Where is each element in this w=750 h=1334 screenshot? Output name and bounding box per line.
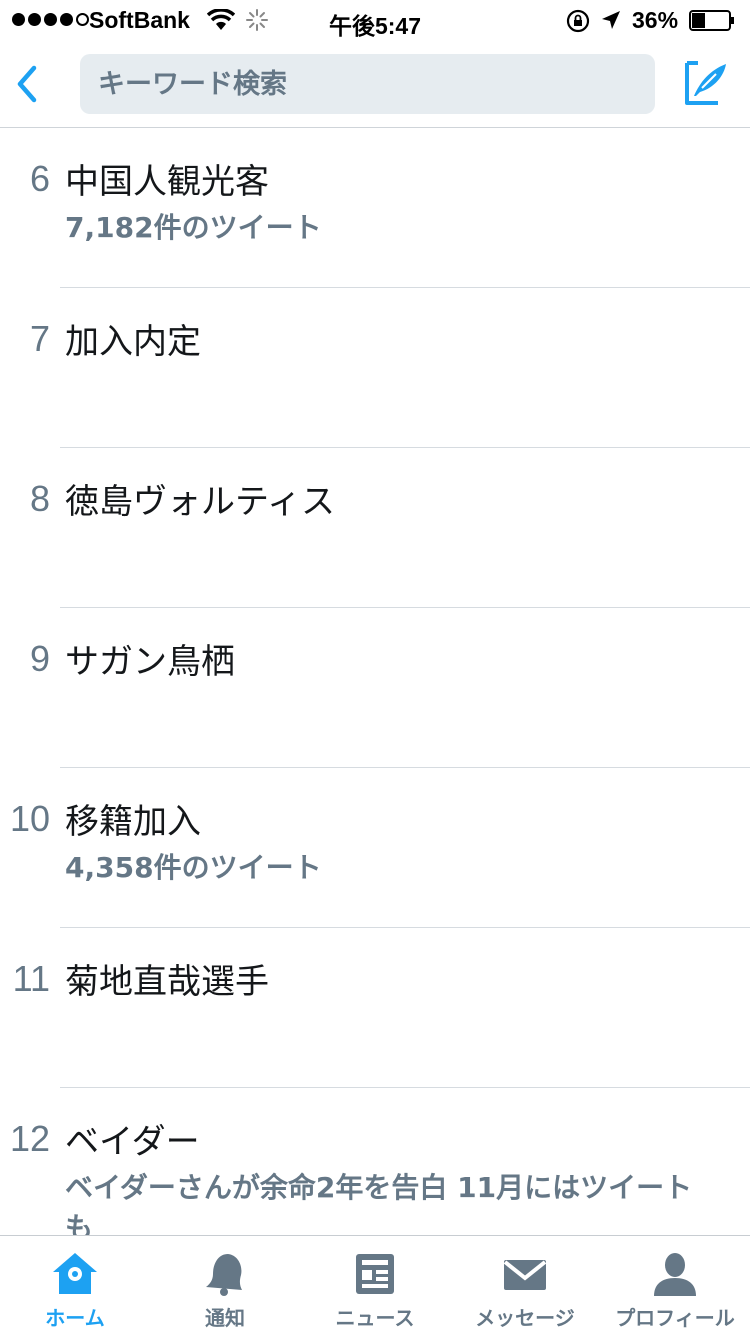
tab-messages[interactable]: メッセージ [450, 1236, 600, 1334]
bell-icon [206, 1254, 242, 1296]
trend-title: 中国人観光客 [65, 162, 269, 202]
status-bar: SoftBank 午後5:47 36% [0, 0, 750, 40]
trend-rank: 10 [9, 798, 50, 839]
trend-item[interactable]: 7 加入内定 [0, 288, 750, 448]
trend-rank: 7 [29, 318, 50, 359]
tab-label: ニュース [335, 1306, 415, 1330]
tab-bar: ホーム 通知 ニュース メッセージ プロフィール [0, 1235, 750, 1334]
trend-item[interactable]: 12 ベイダー ベイダーさんが余命2年を告白 11月にはツイートも [0, 1088, 750, 1235]
nav-bar [0, 40, 750, 128]
trend-title: 加入内定 [65, 322, 201, 362]
back-chevron-icon[interactable] [10, 60, 46, 108]
tab-profile[interactable]: プロフィール [600, 1236, 750, 1334]
trend-rank: 9 [29, 638, 50, 679]
tab-notifications[interactable]: 通知 [150, 1236, 300, 1334]
tab-label: プロフィール [615, 1306, 735, 1330]
person-icon [654, 1253, 696, 1296]
trend-item[interactable]: 11 菊地直哉選手 [0, 928, 750, 1088]
battery-percentage: 36% [632, 7, 679, 33]
trend-item[interactable]: 6 中国人観光客 7,182件のツイート [0, 128, 750, 288]
rotation-lock-icon [566, 9, 590, 33]
search-box[interactable] [80, 54, 655, 114]
tab-home[interactable]: ホーム [0, 1236, 150, 1334]
trend-title: 菊地直哉選手 [65, 962, 269, 1002]
battery-icon [689, 10, 734, 31]
trend-title: サガン鳥栖 [65, 642, 235, 682]
tab-label: 通知 [205, 1306, 245, 1330]
trend-rank: 12 [9, 1118, 50, 1159]
tab-label: ホーム [45, 1306, 105, 1330]
tab-label: メッセージ [475, 1306, 575, 1330]
trend-item[interactable]: 10 移籍加入 4,358件のツイート [0, 768, 750, 928]
trend-rank: 8 [29, 478, 50, 519]
envelope-icon [503, 1260, 547, 1290]
compose-tweet-icon[interactable] [684, 60, 730, 106]
trend-title: 徳島ヴォルティス [65, 482, 335, 522]
trend-rank: 11 [12, 958, 50, 999]
location-arrow-icon [602, 11, 620, 29]
trend-tweet-count: 4,358件のツイート [65, 851, 322, 884]
search-input[interactable] [80, 54, 655, 114]
trend-description: ベイダーさんが余命2年を告白 11月にはツイートも [65, 1171, 693, 1235]
trend-title: 移籍加入 [65, 802, 201, 842]
trend-rank: 6 [29, 158, 50, 199]
trend-title: ベイダー [65, 1122, 200, 1162]
trend-tweet-count: 7,182件のツイート [65, 211, 322, 244]
trend-item[interactable]: 8 徳島ヴォルティス [0, 448, 750, 608]
trend-item[interactable]: 9 サガン鳥栖 [0, 608, 750, 768]
news-icon [356, 1254, 394, 1294]
tab-news[interactable]: ニュース [300, 1236, 450, 1334]
home-icon [53, 1253, 97, 1294]
